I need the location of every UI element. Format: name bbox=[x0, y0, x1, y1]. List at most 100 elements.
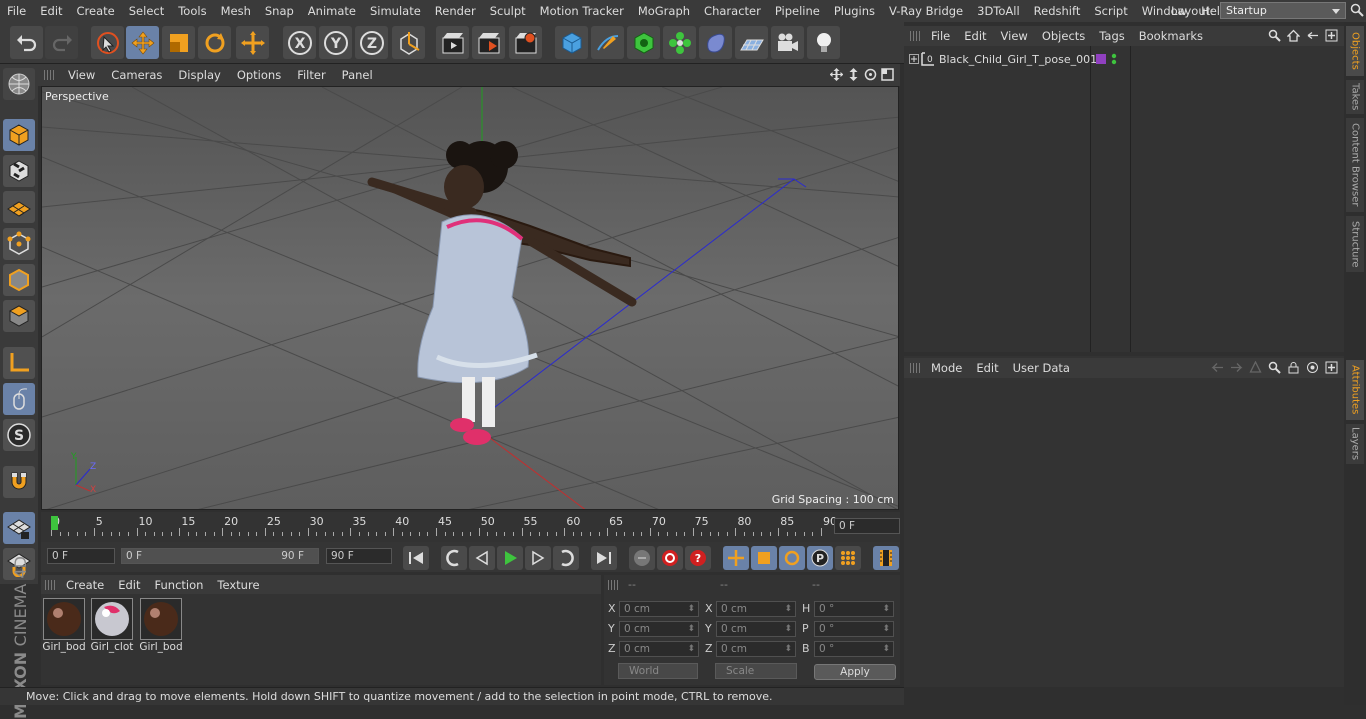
render-view-icon[interactable] bbox=[436, 26, 469, 59]
points-mode-icon[interactable] bbox=[3, 228, 35, 260]
light-object-icon[interactable] bbox=[807, 26, 840, 59]
material-swatch[interactable]: Girl_clot bbox=[90, 598, 134, 656]
start-frame-field[interactable]: 0 F bbox=[47, 548, 115, 564]
position-x-field[interactable]: 0 cm bbox=[619, 601, 699, 617]
model-mode-icon[interactable] bbox=[3, 119, 35, 151]
key-pla-icon[interactable] bbox=[835, 546, 861, 570]
object-tree-row[interactable]: 0 Black_Child_Girl_T_pose_001 bbox=[904, 50, 1344, 68]
apply-button[interactable]: Apply bbox=[814, 664, 896, 680]
previous-frame-icon[interactable] bbox=[469, 546, 495, 570]
tab-content-browser[interactable]: Content Browser bbox=[1346, 118, 1364, 212]
position-y-field[interactable]: 0 cm bbox=[619, 621, 699, 637]
cube-object-icon[interactable] bbox=[555, 26, 588, 59]
viewport-menu-options[interactable]: Options bbox=[229, 68, 289, 82]
tab-takes[interactable]: Takes bbox=[1346, 80, 1364, 114]
material-menu-create[interactable]: Create bbox=[59, 578, 111, 592]
material-menu-edit[interactable]: Edit bbox=[111, 578, 147, 592]
pan-icon[interactable] bbox=[830, 68, 843, 81]
key-position-icon[interactable] bbox=[723, 546, 749, 570]
viewport-menu-cameras[interactable]: Cameras bbox=[103, 68, 170, 82]
material-menu-texture[interactable]: Texture bbox=[210, 578, 266, 592]
scale-tool-icon[interactable] bbox=[162, 26, 195, 59]
key-scale-icon[interactable] bbox=[751, 546, 777, 570]
deformer-icon[interactable] bbox=[699, 26, 732, 59]
make-editable-icon[interactable] bbox=[3, 68, 35, 100]
timeline-playhead[interactable] bbox=[51, 516, 58, 530]
transform-tool-icon[interactable] bbox=[236, 26, 269, 59]
polygons-mode-icon[interactable] bbox=[3, 300, 35, 332]
size-mode-dropdown[interactable]: Scale bbox=[715, 663, 797, 679]
x-axis-lock-icon[interactable]: X bbox=[283, 26, 316, 59]
z-axis-lock-icon[interactable]: Z bbox=[355, 26, 388, 59]
menu-script[interactable]: Script bbox=[1087, 4, 1134, 18]
viewport-menu-display[interactable]: Display bbox=[170, 68, 228, 82]
tab-objects[interactable]: Objects bbox=[1346, 26, 1364, 76]
render-to-picture-viewer-icon[interactable] bbox=[472, 26, 505, 59]
pen-spline-icon[interactable] bbox=[591, 26, 624, 59]
layout-dropdown[interactable]: Startup bbox=[1220, 2, 1346, 19]
menu-vray-bridge[interactable]: V-Ray Bridge bbox=[882, 4, 970, 18]
timeline-window-icon[interactable] bbox=[873, 546, 899, 570]
next-key-icon[interactable] bbox=[553, 546, 579, 570]
back-icon[interactable] bbox=[1306, 29, 1319, 42]
render-settings-icon[interactable] bbox=[509, 26, 542, 59]
key-parameter-icon[interactable]: P bbox=[807, 546, 833, 570]
menu-snap[interactable]: Snap bbox=[258, 4, 301, 18]
workplane-lock-icon[interactable] bbox=[3, 512, 35, 544]
key-rotation-icon[interactable] bbox=[779, 546, 805, 570]
texture-mode-icon[interactable] bbox=[3, 155, 35, 187]
rotate-tool-icon[interactable] bbox=[198, 26, 231, 59]
axis-mode-icon[interactable] bbox=[3, 347, 35, 379]
forward-arrow-icon[interactable] bbox=[1230, 361, 1243, 374]
record-keys-icon[interactable] bbox=[629, 546, 655, 570]
object-menu-view[interactable]: View bbox=[994, 29, 1035, 43]
end-frame-field[interactable]: 90 F bbox=[326, 548, 392, 564]
menu-animate[interactable]: Animate bbox=[301, 4, 363, 18]
menu-render[interactable]: Render bbox=[428, 4, 483, 18]
goto-start-icon[interactable] bbox=[403, 546, 429, 570]
menu-motion-tracker[interactable]: Motion Tracker bbox=[533, 4, 631, 18]
material-menu-function[interactable]: Function bbox=[148, 578, 211, 592]
goto-end-icon[interactable] bbox=[591, 546, 617, 570]
character-model[interactable] bbox=[367, 141, 637, 445]
tab-structure[interactable]: Structure bbox=[1346, 216, 1364, 272]
rotation-b-field[interactable]: 0 ° bbox=[814, 641, 894, 657]
mograph-cloner-icon[interactable] bbox=[663, 26, 696, 59]
y-axis-lock-icon[interactable]: Y bbox=[319, 26, 352, 59]
tab-layers[interactable]: Layers bbox=[1346, 424, 1364, 464]
previous-key-icon[interactable] bbox=[441, 546, 467, 570]
tab-attributes[interactable]: Attributes bbox=[1346, 360, 1364, 420]
autokeying-icon[interactable] bbox=[657, 546, 683, 570]
next-frame-icon[interactable] bbox=[525, 546, 551, 570]
layer-color-icon[interactable] bbox=[1096, 54, 1106, 64]
menu-select[interactable]: Select bbox=[122, 4, 171, 18]
attribute-search-icon[interactable] bbox=[1268, 361, 1281, 374]
solo-mode-icon[interactable]: S bbox=[3, 419, 35, 451]
menu-plugins[interactable]: Plugins bbox=[827, 4, 882, 18]
object-menu-file[interactable]: File bbox=[924, 29, 957, 43]
tweak-mode-icon[interactable] bbox=[3, 383, 35, 415]
current-frame-field[interactable]: 0 F bbox=[834, 518, 900, 534]
object-menu-edit[interactable]: Edit bbox=[957, 29, 993, 43]
menu-sculpt[interactable]: Sculpt bbox=[483, 4, 533, 18]
back-arrow-icon[interactable] bbox=[1211, 361, 1224, 374]
menu-3dtoall[interactable]: 3DToAll bbox=[970, 4, 1027, 18]
object-menu-bookmarks[interactable]: Bookmarks bbox=[1132, 29, 1210, 43]
menu-edit[interactable]: Edit bbox=[33, 4, 69, 18]
timeline-ruler[interactable]: 051015202530354045505560657075808590 0 F bbox=[41, 512, 900, 542]
target-icon[interactable] bbox=[1306, 361, 1319, 374]
search-icon[interactable] bbox=[1350, 3, 1364, 17]
material-swatch[interactable]: Girl_bod bbox=[42, 598, 86, 656]
workplane-mode-icon[interactable] bbox=[3, 191, 35, 223]
menu-file[interactable]: File bbox=[0, 4, 33, 18]
play-forward-icon[interactable] bbox=[497, 546, 523, 570]
menu-simulate[interactable]: Simulate bbox=[363, 4, 428, 18]
viewport-menu-view[interactable]: View bbox=[60, 68, 103, 82]
object-search-icon[interactable] bbox=[1268, 29, 1281, 42]
maximize-viewport-icon[interactable] bbox=[881, 68, 894, 81]
lock-icon[interactable] bbox=[1287, 361, 1300, 374]
rotation-h-field[interactable]: 0 ° bbox=[814, 601, 894, 617]
coordinate-space-dropdown[interactable]: World bbox=[618, 663, 698, 679]
perspective-viewport[interactable]: Y Z X Perspective Grid Spacing : 100 cm bbox=[41, 86, 899, 510]
subdivision-surface-icon[interactable] bbox=[627, 26, 660, 59]
